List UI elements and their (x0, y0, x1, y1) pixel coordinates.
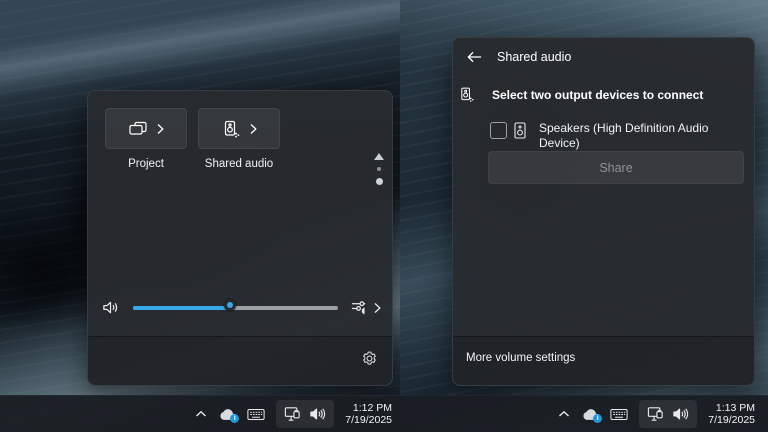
panel-subtitle: Select two output devices to connect (492, 85, 703, 102)
volume-tray-icon (309, 407, 326, 421)
system-tray: i (195, 396, 392, 432)
time: 1:13 PM (716, 402, 755, 414)
volume-row (101, 291, 381, 324)
panel-header: Shared audio (466, 50, 571, 64)
taskbar-clock[interactable]: 1:12 PM 7/19/2025 (345, 402, 392, 427)
onedrive-tray-button[interactable]: i (218, 408, 236, 421)
network-volume-button[interactable] (639, 400, 697, 428)
quick-settings-panel: Project Shared audio (87, 90, 393, 386)
settings-button[interactable] (361, 350, 378, 367)
info-badge: i (593, 414, 602, 423)
taskbar-left: i (0, 395, 400, 432)
shared-audio-icon (221, 119, 241, 139)
taskbar-clock[interactable]: 1:13 PM 7/19/2025 (708, 402, 755, 427)
time: 1:12 PM (353, 402, 392, 414)
chevron-up-icon (558, 410, 570, 418)
more-volume-settings-link[interactable]: More volume settings (466, 352, 575, 364)
chevron-right-icon (157, 123, 164, 135)
speaker-device-icon (514, 122, 526, 139)
shared-audio-footer: More volume settings (453, 336, 754, 385)
project-tile-label: Project (128, 158, 164, 170)
taskbar-right: i (400, 395, 768, 432)
network-volume-button[interactable] (276, 400, 334, 428)
page-dot-2[interactable] (376, 178, 383, 185)
shared-audio-tile[interactable] (198, 108, 280, 149)
chevron-right-icon (250, 123, 257, 135)
shared-audio-panel: Shared audio Select two output devices t… (452, 37, 755, 386)
project-icon (128, 119, 148, 139)
volume-slider[interactable] (133, 300, 338, 316)
keyboard-icon (247, 408, 265, 421)
device-row: Speakers (High Definition Audio Device) (490, 121, 739, 151)
page-dot-1[interactable] (377, 167, 381, 171)
date: 7/19/2025 (345, 414, 392, 426)
touch-keyboard-button[interactable] (610, 408, 628, 421)
gear-icon (361, 350, 378, 367)
keyboard-icon (610, 408, 628, 421)
network-display-icon (284, 406, 301, 422)
audio-output-selector[interactable] (350, 299, 381, 317)
volume-fill (133, 306, 231, 310)
quick-settings-tiles: Project Shared audio (105, 108, 280, 170)
system-tray: i (558, 396, 755, 432)
project-tile[interactable] (105, 108, 187, 149)
back-button[interactable] (466, 50, 483, 64)
chevron-right-icon (374, 302, 381, 314)
back-arrow-icon (466, 50, 483, 64)
panel-subtitle-row: Select two output devices to connect (458, 85, 703, 104)
network-display-icon (647, 406, 664, 422)
date: 7/19/2025 (708, 414, 755, 426)
tray-overflow-button[interactable] (195, 410, 207, 418)
speaker-icon (101, 299, 120, 316)
shared-audio-icon (458, 85, 475, 104)
touch-keyboard-button[interactable] (247, 408, 265, 421)
volume-tray-icon (672, 407, 689, 421)
tray-overflow-button[interactable] (558, 410, 570, 418)
device-checkbox[interactable] (490, 122, 507, 139)
volume-mute-button[interactable] (101, 299, 120, 316)
quick-settings-footer (88, 336, 392, 385)
share-button[interactable]: Share (488, 151, 744, 184)
left-screenshot: Project Shared audio (0, 0, 400, 432)
chevron-up-icon (195, 410, 207, 418)
device-name: Speakers (High Definition Audio Device) (539, 121, 739, 151)
right-screenshot: Shared audio Select two output devices t… (400, 0, 768, 432)
volume-thumb[interactable] (224, 299, 236, 311)
quick-settings-pagination (372, 153, 386, 185)
shared-audio-tile-label: Shared audio (205, 158, 273, 170)
info-badge: i (230, 414, 239, 423)
scroll-up-icon[interactable] (374, 153, 384, 160)
onedrive-tray-button[interactable]: i (581, 408, 599, 421)
panel-title: Shared audio (497, 50, 571, 64)
audio-mixer-icon (350, 299, 369, 317)
